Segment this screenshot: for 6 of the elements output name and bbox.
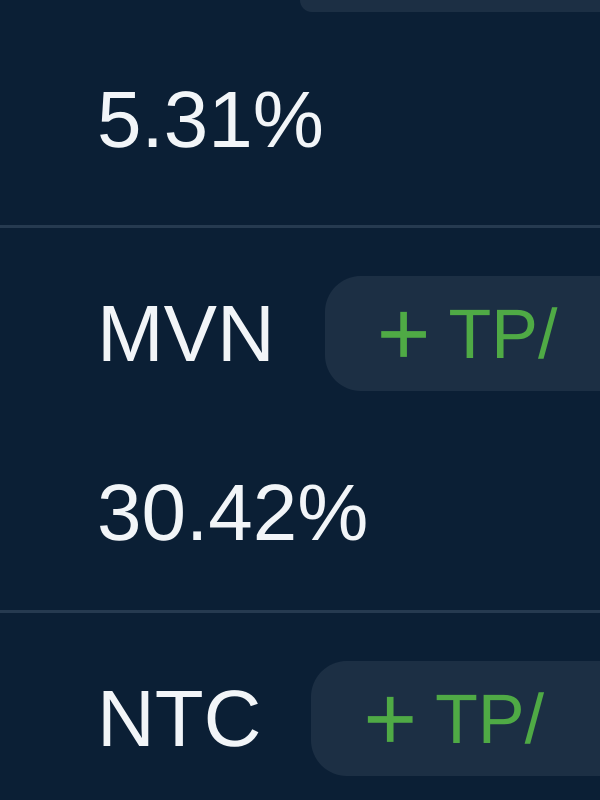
- ticker-symbol: MVN: [97, 294, 275, 374]
- ticker-symbol: NTC: [97, 678, 262, 758]
- percentage-value: 30.42%: [97, 467, 370, 559]
- percentage-value: 5.31%: [97, 74, 325, 166]
- tp-sl-button[interactable]: + TP/: [324, 276, 600, 391]
- tp-sl-button[interactable]: + TP/: [311, 661, 600, 776]
